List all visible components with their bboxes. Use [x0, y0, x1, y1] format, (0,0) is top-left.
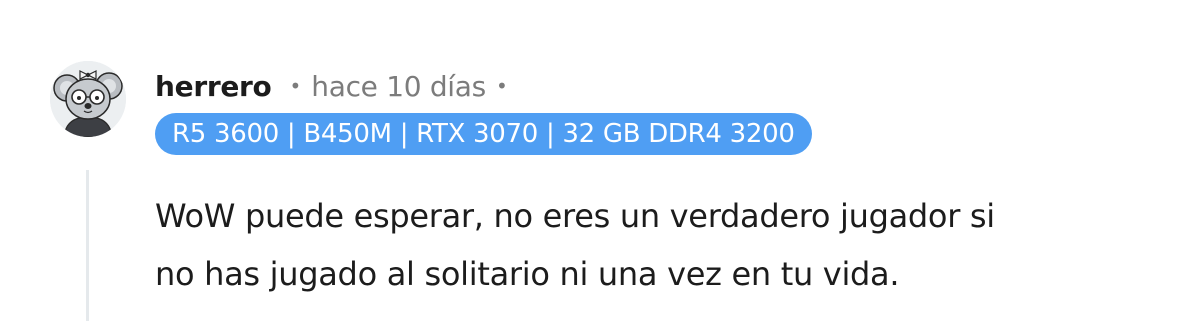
username-link[interactable]: herrero — [155, 70, 272, 103]
meta-separator-trailing: • — [495, 74, 508, 98]
comment-body-line-2: no has jugado al solitario ni una vez en… — [155, 255, 900, 293]
thread-line[interactable] — [86, 170, 89, 321]
meta-separator: • — [289, 74, 302, 98]
comment-meta: herrero • hace 10 días • — [155, 66, 508, 106]
comment-timestamp[interactable]: hace 10 días — [311, 70, 486, 103]
comment: herrero • hace 10 días • R5 3600 | B450M… — [0, 0, 1200, 321]
comment-body: WoW puede esperar, no eres un verdadero … — [155, 187, 1155, 303]
comment-body-line-1: WoW puede esperar, no eres un verdadero … — [155, 197, 995, 235]
koala-avatar-icon — [50, 61, 126, 137]
user-avatar[interactable] — [50, 61, 126, 137]
user-flair-badge: R5 3600 | B450M | RTX 3070 | 32 GB DDR4 … — [155, 113, 812, 155]
